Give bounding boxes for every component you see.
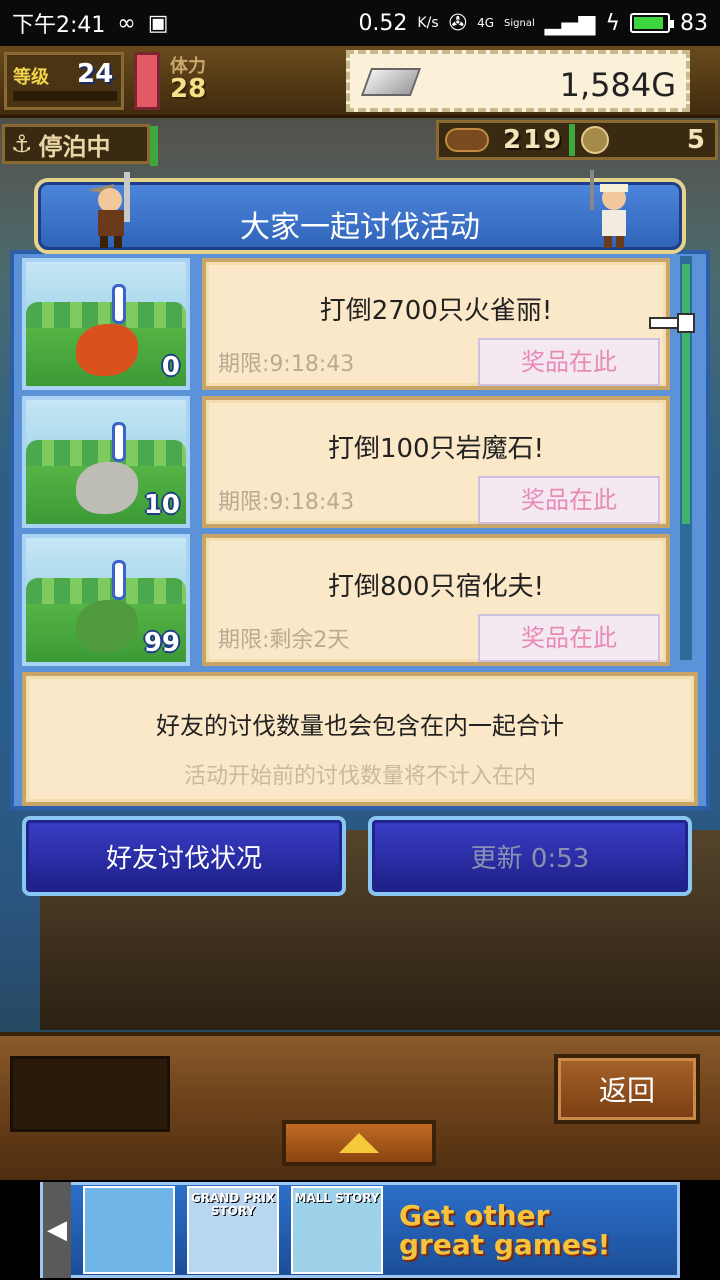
ad-cta-line-1: Get other xyxy=(399,1198,550,1232)
stamina-value: 28 xyxy=(170,74,207,104)
reward-button[interactable]: 奖品在此 xyxy=(478,338,660,386)
quest-task: 打倒800只宿化夫! xyxy=(327,572,545,602)
empty-slot xyxy=(10,1056,170,1132)
quest-scrollbar-thumb[interactable] xyxy=(682,264,690,524)
quest-row: 10 打倒100只岩魔石! 期限:9:18:43 奖品在此 xyxy=(22,396,672,528)
anchor-icon: ⚓ xyxy=(11,130,33,158)
infinity-icon: ∞ xyxy=(117,10,136,36)
monster-thumbnail: 0 xyxy=(22,258,190,390)
fire-bird-monster-icon xyxy=(76,324,138,376)
quest-task: 打倒100只岩魔石! xyxy=(327,434,545,464)
quest-card[interactable]: 打倒100只岩魔石! 期限:9:18:43 奖品在此 xyxy=(202,396,670,528)
status-bar: 下午2:41 ∞ ▣ 0.52 K/s ✇ 4G Signal ▂▄▆ ϟ 83 xyxy=(0,0,720,46)
game-title: MALL STORY xyxy=(294,1191,380,1205)
game-tile-castle[interactable] xyxy=(83,1186,175,1274)
exclamation-icon xyxy=(112,284,126,324)
ad-banner[interactable]: ◀ GRAND PRIX STORY MALL STORY Get other … xyxy=(0,1180,720,1280)
ad-cta[interactable]: Get other great games! xyxy=(399,1198,611,1261)
level-panel: 等级 24 xyxy=(4,52,124,110)
expand-menu-button[interactable] xyxy=(282,1120,436,1166)
game-tile-mall[interactable]: MALL STORY xyxy=(291,1186,383,1274)
battery-level: 83 xyxy=(680,10,708,36)
quest-card[interactable]: 打倒800只宿化夫! 期限:剩余2天 奖品在此 xyxy=(202,534,670,666)
port-status-label: 停泊中 xyxy=(38,132,111,161)
back-button[interactable]: 返回 xyxy=(554,1054,700,1124)
resource-1-value: 219 xyxy=(503,125,564,155)
gold-panel: 1,584G xyxy=(346,50,690,112)
quest-task: 打倒2700只火雀丽! xyxy=(319,296,553,326)
note-line-2: 活动开始前的讨伐数量将不计入在内 xyxy=(183,764,536,789)
signal-label: Signal xyxy=(504,17,535,29)
monster-thumbnail: 99 xyxy=(22,534,190,666)
game-screen: 下午2:41 ∞ ▣ 0.52 K/s ✇ 4G Signal ▂▄▆ ϟ 83… xyxy=(0,0,720,1280)
network-speed: 0.52 xyxy=(358,10,408,36)
event-note: 好友的讨伐数量也会包含在内一起合计 活动开始前的讨伐数量将不计入在内 xyxy=(22,672,698,806)
gold-value: 1,584G xyxy=(559,66,676,104)
image-notification-icon: ▣ xyxy=(147,10,169,36)
quest-row: 0 打倒2700只火雀丽! 期限:9:18:43 奖品在此 xyxy=(22,258,672,390)
exp-bar xyxy=(13,91,117,101)
sync-icon: ✇ xyxy=(448,10,468,36)
arrow-up-icon xyxy=(339,1133,379,1153)
network-speed-unit: K/s xyxy=(417,15,439,31)
reward-button[interactable]: 奖品在此 xyxy=(478,476,660,524)
silver-ingot-icon xyxy=(360,68,422,96)
medal-icon xyxy=(445,128,489,152)
ad-cta-line-2: great games! xyxy=(399,1228,611,1261)
pointing-hand-icon xyxy=(649,313,695,333)
ad-content[interactable]: ◀ GRAND PRIX STORY MALL STORY Get other … xyxy=(40,1182,680,1278)
exclamation-icon xyxy=(112,560,126,600)
friends-status-button[interactable]: 好友讨伐状况 xyxy=(22,816,346,896)
resource-separator xyxy=(569,124,576,156)
top-hud: 等级 24 体力 28 1,584G xyxy=(0,46,720,118)
ad-prev-arrow-icon[interactable]: ◀ xyxy=(43,1182,71,1278)
defeat-count: 99 xyxy=(143,628,180,658)
knight-character-icon xyxy=(88,172,130,248)
refresh-button[interactable]: 更新 0:53 xyxy=(368,816,692,896)
charging-icon: ϟ xyxy=(605,10,620,36)
port-status: ⚓ 停泊中 xyxy=(2,124,150,164)
network-type: 4G xyxy=(477,16,494,30)
guide-character-icon xyxy=(590,170,628,248)
defeat-count: 10 xyxy=(143,490,180,520)
clock: 下午2:41 xyxy=(12,13,106,38)
stamina-gauge xyxy=(134,52,160,110)
quest-row: 99 打倒800只宿化夫! 期限:剩余2天 奖品在此 xyxy=(22,534,672,666)
coin-icon xyxy=(581,126,610,154)
battery-icon xyxy=(630,13,674,33)
quest-card[interactable]: 打倒2700只火雀丽! 期限:9:18:43 奖品在此 xyxy=(202,258,670,390)
plant-monster-icon xyxy=(76,600,138,652)
resource-2-value: 5 xyxy=(686,125,705,155)
bottom-bar: 返回 xyxy=(0,1032,720,1180)
defeat-count: 0 xyxy=(161,352,180,382)
monster-thumbnail: 10 xyxy=(22,396,190,528)
quest-deadline: 期限:9:18:43 xyxy=(218,352,355,377)
quest-deadline: 期限:剩余2天 xyxy=(218,628,350,653)
port-status-indicator xyxy=(150,126,158,166)
rock-golem-monster-icon xyxy=(76,462,138,514)
game-tile-grand-prix[interactable]: GRAND PRIX STORY xyxy=(187,1186,279,1274)
resource-panel: 219 5 xyxy=(436,120,718,160)
reward-button[interactable]: 奖品在此 xyxy=(478,614,660,662)
signal-icon: ▂▄▆ xyxy=(544,10,596,36)
game-title: GRAND PRIX STORY xyxy=(190,1191,276,1219)
level-label: 等级 xyxy=(13,67,49,88)
quest-deadline: 期限:9:18:43 xyxy=(218,490,355,515)
exclamation-icon xyxy=(112,422,126,462)
level-value: 24 xyxy=(77,59,114,89)
note-line-1: 好友的讨伐数量也会包含在内一起合计 xyxy=(156,712,564,740)
